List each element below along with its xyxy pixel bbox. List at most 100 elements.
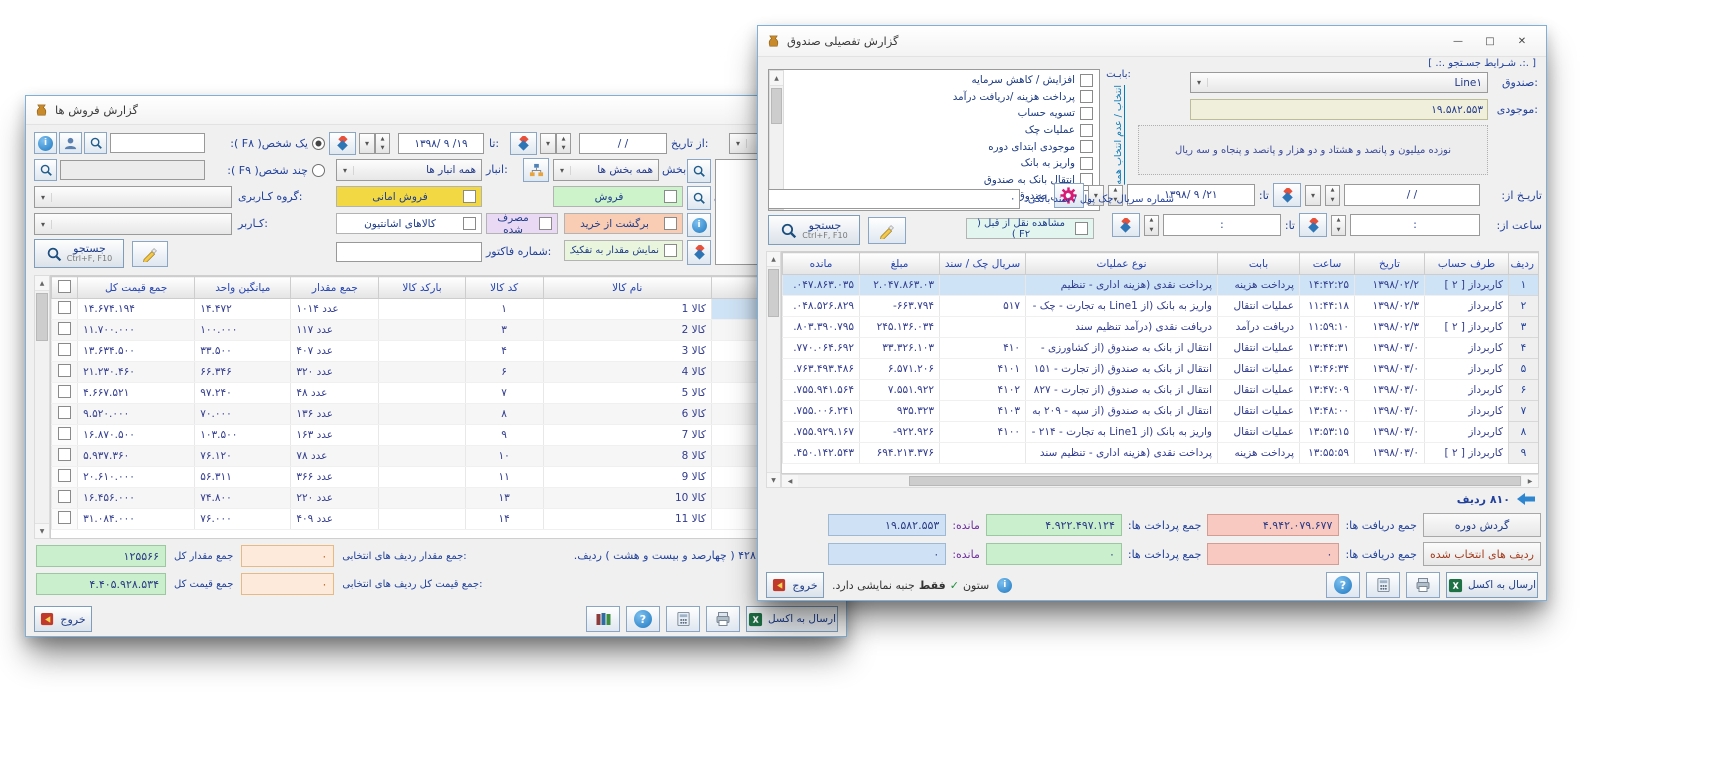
- print-button[interactable]: [1406, 572, 1440, 598]
- table-row[interactable]: کالا 3۴۴۰۷ عدد۳۳.۵۰۰۱۳.۶۳۴.۵۰۰: [52, 341, 832, 362]
- cashbox-combo[interactable]: ▾ Line۱: [1190, 72, 1488, 93]
- multi-person-radio[interactable]: چند شخص( F۹ ):: [207, 160, 325, 180]
- table-row[interactable]: ۹کاربرداز [ ۲ ]۱۳۹۸/۰۳/۰۱۳:۵۵:۵۹پرداخت ه…: [783, 443, 1539, 464]
- table-row[interactable]: ۱کاربرداز [ ۲ ]۱۳۹۸/۰۲/۲۱۴:۴۲:۲۵پرداخت ه…: [783, 275, 1539, 296]
- spinner-icon[interactable]: ▲▼: [1325, 185, 1340, 206]
- checkbox-icon[interactable]: [539, 217, 552, 230]
- date-from-spinner[interactable]: ▾ ▲▼: [540, 133, 571, 154]
- row-select-checkbox[interactable]: [52, 488, 78, 509]
- scrollbar-track[interactable]: [35, 291, 49, 523]
- scrollbar-track[interactable]: [767, 267, 780, 472]
- scrollbar-thumb[interactable]: [768, 269, 779, 317]
- export-excel-button[interactable]: ارسال به اکسل: [746, 606, 838, 632]
- cash-table-hscrollbar[interactable]: ◀ ▶: [781, 474, 1539, 488]
- row-select-checkbox[interactable]: [52, 362, 78, 383]
- clear-selection-button[interactable]: [687, 240, 711, 265]
- checkbox-icon[interactable]: [58, 406, 71, 419]
- babat-option[interactable]: واریز به بانک: [786, 155, 1097, 172]
- scroll-up-icon[interactable]: ▲: [35, 276, 49, 291]
- column-header[interactable]: نوع عملیات: [1026, 253, 1218, 275]
- radio-selected-icon[interactable]: [312, 137, 325, 150]
- checkbox-icon[interactable]: [1080, 124, 1093, 137]
- checkbox-icon[interactable]: [1075, 222, 1088, 235]
- chevron-down-icon[interactable]: ▾: [1305, 185, 1321, 206]
- promo-goods-checkbox[interactable]: کالاهای اشانتیون: [336, 213, 482, 234]
- warehouse-combo[interactable]: ▾ همه انبار ها: [336, 159, 482, 181]
- help-button[interactable]: ?: [626, 606, 660, 632]
- info-button[interactable]: i: [34, 132, 57, 154]
- search-multi-person-button[interactable]: [34, 159, 57, 181]
- products-table-scrollbar[interactable]: ▲ ▼: [34, 275, 50, 539]
- column-header[interactable]: میانگین واحد: [195, 277, 291, 299]
- multi-person-input[interactable]: [60, 160, 205, 180]
- checkbox-icon[interactable]: [58, 511, 71, 524]
- scroll-down-icon[interactable]: ▼: [35, 523, 49, 538]
- time-to-input[interactable]: :: [1163, 214, 1281, 236]
- row-select-checkbox[interactable]: [52, 467, 78, 488]
- chevron-down-icon[interactable]: ▾: [359, 133, 375, 154]
- select-all-toggle[interactable]: انتخاب / عدم انتخاب همه: [1113, 85, 1124, 185]
- column-header[interactable]: تاریخ: [1355, 253, 1425, 275]
- column-header[interactable]: جمع قیمت کل: [78, 277, 195, 299]
- clear-time-to-button[interactable]: [1112, 213, 1140, 237]
- clear-date-from-button[interactable]: [1273, 183, 1301, 207]
- checkbox-icon[interactable]: [58, 280, 71, 293]
- column-header[interactable]: بابت: [1218, 253, 1300, 275]
- view-previous-checkbox[interactable]: مشاهده نقل از قبل ( F۲ ): [966, 218, 1094, 239]
- person-lookup-button[interactable]: [59, 132, 82, 154]
- time-from-input[interactable]: :: [1350, 214, 1480, 236]
- clear-time-from-button[interactable]: [1299, 213, 1327, 237]
- babat-option[interactable]: عملیات چک: [786, 122, 1097, 139]
- print-button[interactable]: [706, 606, 740, 632]
- sections-tree-button[interactable]: [523, 158, 549, 182]
- table-row[interactable]: کالا 8۱۰۷۸ عدد۷۶.۱۲۰۵.۹۳۷.۳۶۰: [52, 446, 832, 467]
- sales-window-titlebar[interactable]: گزارش فروش ها: [26, 96, 846, 125]
- scroll-up-icon[interactable]: ▲: [767, 252, 780, 267]
- table-row[interactable]: کالا 1۱۱۰۱۴ عدد۱۴.۴۷۲۱۴.۶۷۴.۱۹۴: [52, 299, 832, 320]
- checkbox-icon[interactable]: [58, 322, 71, 335]
- column-header[interactable]: مبلغ: [860, 253, 940, 275]
- close-button[interactable]: ✕: [1506, 30, 1538, 52]
- cash-window-titlebar[interactable]: گزارش تفصیلی صندوق — □ ✕: [758, 26, 1546, 57]
- table-row[interactable]: کالا 9۱۱۳۶۶ عدد۵۶.۳۱۱۲۰.۶۱۰.۰۰۰: [52, 467, 832, 488]
- cash-table-scrollbar[interactable]: ▲ ▼: [766, 251, 781, 488]
- table-row[interactable]: کالا 11۱۴۴۰۹ عدد۷۶.۰۰۰۳۱.۰۸۴.۰۰۰: [52, 509, 832, 530]
- purchase-return-checkbox[interactable]: برگشت از خرید: [564, 213, 683, 234]
- date-to-spinner[interactable]: ▾ ▲▼: [359, 133, 390, 154]
- scroll-up-icon[interactable]: ▲: [770, 71, 783, 86]
- column-header[interactable]: نام کالا: [543, 277, 711, 299]
- column-header[interactable]: مانده: [783, 253, 860, 275]
- table-row[interactable]: کالا 4۶۳۲۰ عدد۶۶.۳۴۶۲۱.۲۳۰.۴۶۰: [52, 362, 832, 383]
- spinner-icon[interactable]: ▲▼: [556, 133, 571, 154]
- table-row[interactable]: ۸کاربرداز۱۳۹۸/۰۳/۰۱۳:۵۳:۱۵عملیات انتقالو…: [783, 422, 1539, 443]
- checkbox-icon[interactable]: [58, 490, 71, 503]
- checkbox-icon[interactable]: [1080, 107, 1093, 120]
- checkbox-icon[interactable]: [58, 364, 71, 377]
- table-row[interactable]: ۴کاربرداز۱۳۹۸/۰۳/۰۱۳:۴۴:۳۱عملیات انتقالا…: [783, 338, 1539, 359]
- checkbox-icon[interactable]: [664, 217, 677, 230]
- export-excel-button[interactable]: ارسال به اکسل: [1446, 572, 1538, 598]
- column-header[interactable]: ردیف: [1509, 253, 1539, 275]
- row-select-checkbox[interactable]: [52, 383, 78, 404]
- checkbox-icon[interactable]: [664, 190, 677, 203]
- calculator-button[interactable]: [1366, 572, 1400, 598]
- row-select-checkbox[interactable]: [52, 404, 78, 425]
- one-person-radio[interactable]: یک شخص( F۸ ):: [207, 133, 325, 153]
- scrollbar-thumb[interactable]: [771, 88, 782, 124]
- table-row[interactable]: ۳کاربرداز [ ۲ ]۱۳۹۸/۰۲/۳۱۱:۵۹:۱۰دریافت د…: [783, 317, 1539, 338]
- table-row[interactable]: ۲کاربرداز۱۳۹۸/۰۲/۳۱۱:۴۴:۱۸عملیات انتقالو…: [783, 296, 1539, 317]
- serial-input[interactable]: ۰: [768, 189, 1020, 209]
- search-person-button[interactable]: [84, 132, 107, 154]
- scrollbar-thumb[interactable]: [36, 293, 48, 341]
- checkbox-icon[interactable]: [463, 190, 476, 203]
- scrollbar-track[interactable]: [770, 86, 783, 194]
- column-header[interactable]: ساعت: [1300, 253, 1355, 275]
- checkbox-icon[interactable]: [664, 244, 677, 257]
- table-row[interactable]: ۷کاربرداز۱۳۹۸/۰۳/۰۱۳:۴۸:۰۰عملیات انتقالا…: [783, 401, 1539, 422]
- checkbox-icon[interactable]: [463, 217, 476, 230]
- babat-option[interactable]: پرداخت هزینه /دریافت درآمد: [786, 89, 1097, 106]
- clear-form-button[interactable]: [132, 241, 168, 267]
- exit-button[interactable]: خروج: [34, 606, 92, 632]
- column-header[interactable]: سریال چک / سند: [940, 253, 1026, 275]
- consignment-sale-checkbox[interactable]: فروش امانی: [336, 186, 482, 207]
